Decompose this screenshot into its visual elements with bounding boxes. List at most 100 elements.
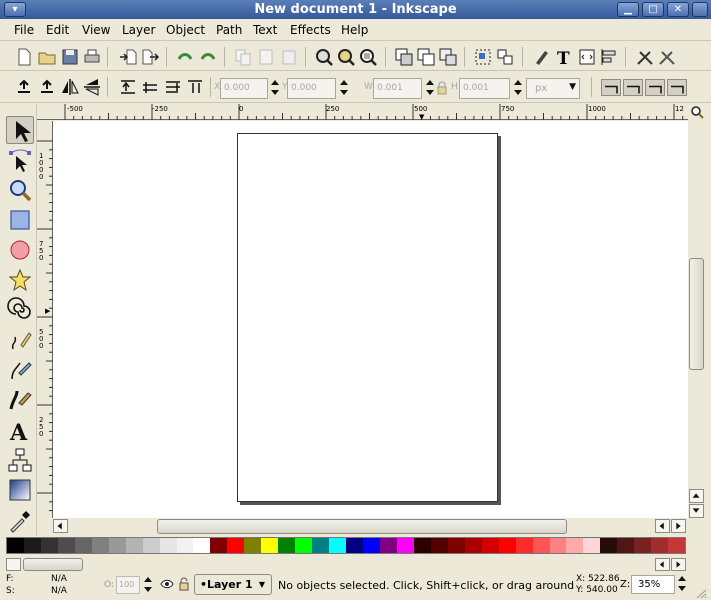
import-icon[interactable]	[118, 47, 138, 67]
cut-icon[interactable]	[256, 47, 276, 67]
palette-scroll-right[interactable]	[671, 558, 686, 571]
paste-icon[interactable]	[279, 47, 299, 67]
duplicate-icon[interactable]	[394, 47, 414, 67]
gradient-tool[interactable]	[6, 476, 34, 504]
scale-corners-toggle-icon[interactable]	[623, 79, 643, 96]
menu-text[interactable]: Text	[253, 23, 277, 37]
zoom-corner-icon[interactable]	[688, 104, 706, 120]
move-gradients-toggle-icon[interactable]	[645, 79, 665, 96]
menu-object[interactable]: Object	[166, 23, 205, 37]
horizontal-ruler[interactable]: -500 -250 0 250 500 750 1000 12 ▼	[37, 104, 688, 121]
color-swatch[interactable]	[91, 538, 109, 553]
color-swatch[interactable]	[108, 538, 126, 553]
export-icon[interactable]	[140, 47, 160, 67]
print-icon[interactable]	[82, 47, 102, 67]
color-swatch[interactable]	[447, 538, 465, 553]
color-swatch[interactable]	[193, 538, 211, 553]
copy-icon[interactable]	[233, 47, 253, 67]
color-swatch[interactable]	[159, 538, 177, 553]
ellipse-tool[interactable]	[6, 236, 34, 264]
open-file-icon[interactable]	[37, 47, 57, 67]
rotate-cw-icon[interactable]	[37, 77, 57, 97]
close-button[interactable]: ✕	[667, 2, 689, 17]
menu-effects[interactable]: Effects	[290, 23, 331, 37]
node-tool[interactable]	[6, 146, 34, 174]
x-spin-buttons[interactable]	[270, 78, 280, 99]
align-distribute-icon[interactable]	[599, 47, 619, 67]
eye-icon[interactable]	[160, 577, 174, 591]
scale-stroke-toggle-icon[interactable]	[601, 79, 621, 96]
color-swatch[interactable]	[464, 538, 482, 553]
color-swatch[interactable]	[125, 538, 143, 553]
xml-editor-icon[interactable]	[577, 47, 597, 67]
dropper-tool[interactable]	[6, 506, 34, 534]
move-patterns-toggle-icon[interactable]	[667, 79, 687, 96]
menu-file[interactable]: File	[14, 23, 34, 37]
unit-select[interactable]: px ▼	[526, 78, 580, 99]
color-swatch[interactable]	[312, 538, 330, 553]
color-swatch[interactable]	[430, 538, 448, 553]
document-page[interactable]	[237, 133, 498, 502]
color-swatch[interactable]	[23, 538, 41, 553]
zoom-drawing-icon[interactable]	[336, 47, 356, 67]
star-tool[interactable]	[6, 266, 34, 294]
lock-icon[interactable]	[436, 81, 448, 95]
color-swatch[interactable]	[74, 538, 92, 553]
color-swatch[interactable]	[600, 538, 618, 553]
raise-icon[interactable]	[140, 77, 160, 97]
save-icon[interactable]	[60, 47, 80, 67]
text-font-icon[interactable]: T	[554, 47, 574, 69]
scroll-left-button-end[interactable]	[655, 519, 670, 533]
color-swatch[interactable]	[532, 538, 550, 553]
menu-path[interactable]: Path	[216, 23, 242, 37]
color-swatch[interactable]	[566, 538, 584, 553]
opacity-field[interactable]: 100	[116, 576, 140, 594]
zoom-spin-buttons[interactable]	[677, 574, 687, 595]
x-field[interactable]: 0.000	[220, 78, 268, 99]
text-tool[interactable]: A	[6, 416, 34, 446]
zoom-field[interactable]: 35%	[631, 575, 675, 594]
preferences-icon[interactable]	[635, 47, 655, 67]
color-swatch[interactable]	[481, 538, 499, 553]
color-swatch[interactable]	[583, 538, 601, 553]
opacity-spin-buttons[interactable]	[143, 575, 153, 596]
palette-scroll-thumb[interactable]	[23, 558, 83, 571]
color-swatch[interactable]	[261, 538, 279, 553]
new-document-icon[interactable]	[14, 47, 34, 67]
clone-icon[interactable]	[416, 47, 436, 67]
resize-grip-icon[interactable]	[695, 588, 707, 599]
scroll-down-button[interactable]	[689, 504, 704, 518]
scroll-right-button[interactable]	[671, 519, 686, 533]
color-swatch[interactable]	[515, 538, 533, 553]
layer-select[interactable]: •Layer 1 ▼	[194, 574, 272, 595]
zoom-tool[interactable]	[6, 176, 34, 204]
ungroup-icon[interactable]	[495, 47, 515, 67]
menu-edit[interactable]: Edit	[46, 23, 69, 37]
vertical-ruler[interactable]: 1000 750 500 250 ▶	[37, 121, 53, 518]
color-swatch[interactable]	[668, 538, 686, 553]
layer-lock-icon[interactable]	[178, 577, 190, 591]
connector-tool[interactable]	[6, 446, 34, 474]
color-swatch[interactable]	[227, 538, 245, 553]
color-swatch[interactable]	[498, 538, 516, 553]
calligraphy-tool[interactable]	[6, 386, 34, 414]
color-swatch[interactable]	[617, 538, 635, 553]
color-swatch[interactable]	[379, 538, 397, 553]
redo-icon[interactable]	[198, 47, 218, 67]
stroke-value[interactable]: N/A	[51, 586, 67, 596]
raise-to-top-icon[interactable]	[118, 77, 138, 97]
fill-stroke-icon[interactable]	[532, 47, 552, 67]
color-swatch[interactable]	[7, 538, 24, 553]
color-swatch[interactable]	[210, 538, 228, 553]
drawing-canvas[interactable]	[53, 121, 688, 518]
palette-scroll-left[interactable]	[6, 558, 21, 571]
color-swatch[interactable]	[363, 538, 380, 553]
color-swatch[interactable]	[244, 538, 262, 553]
flip-horizontal-icon[interactable]	[60, 77, 80, 97]
y-spin-buttons[interactable]	[339, 78, 349, 99]
lower-icon[interactable]	[163, 77, 183, 97]
color-swatch[interactable]	[176, 538, 194, 553]
flip-vertical-icon[interactable]	[82, 77, 102, 97]
color-swatch[interactable]	[413, 538, 431, 553]
palette-scrollbar[interactable]	[6, 557, 686, 572]
